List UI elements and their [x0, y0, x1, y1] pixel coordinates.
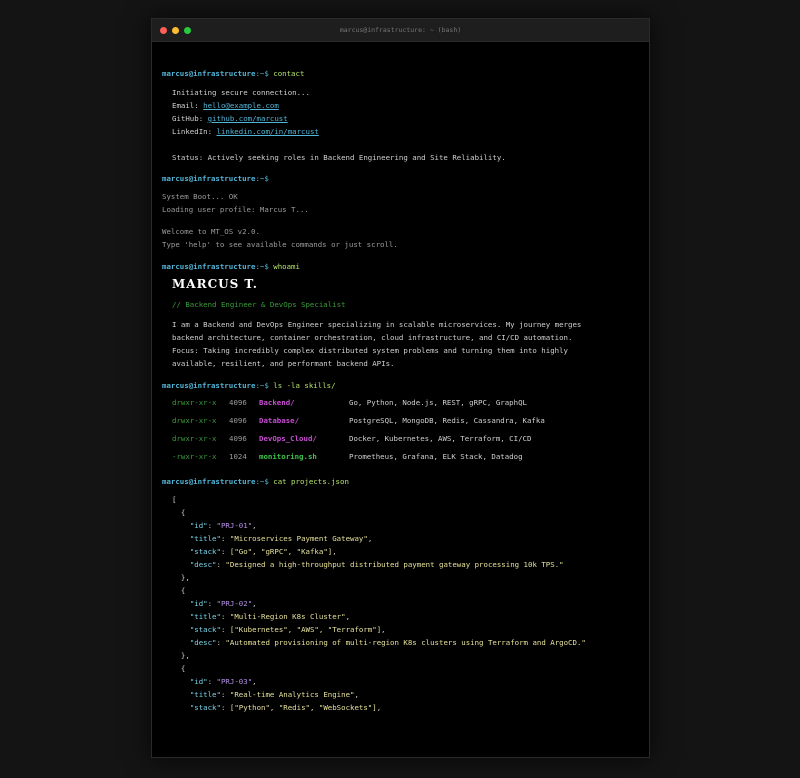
- window-title: marcus@infrastructure: ~ (bash): [339, 26, 462, 34]
- json-line: "id": "PRJ-02",: [189, 599, 257, 608]
- prompt-path: :~$: [255, 174, 269, 183]
- prompt-user: marcus@infrastructure: [162, 69, 256, 78]
- prompt-user: marcus@infrastructure: [162, 262, 256, 271]
- command-text: ls -la skills/: [268, 381, 336, 390]
- json-line: "desc": "Designed a high-throughput dist…: [189, 560, 564, 569]
- prompt-line-whoami: marcus@infrastructure:~$ whoami: [162, 260, 641, 273]
- prompt-user: marcus@infrastructure: [162, 477, 256, 486]
- prompt-line-boot: marcus@infrastructure:~$: [162, 172, 641, 185]
- github-link[interactable]: github.com/marcust: [208, 114, 288, 123]
- prompt-path: :~$: [255, 262, 269, 271]
- json-brace: },: [172, 651, 190, 660]
- file-name: monitoring.sh: [259, 452, 317, 461]
- dir-name: Database/: [259, 416, 300, 425]
- prompt-line-skills: marcus@infrastructure:~$ ls -la skills/: [162, 379, 641, 392]
- json-brace: {: [172, 586, 186, 595]
- terminal-output[interactable]: marcus@infrastructure:~$ contact Initiat…: [162, 67, 641, 714]
- json-line: "stack": ["Python", "Redis", "WebSockets…: [189, 703, 382, 712]
- contact-init: Initiating secure connection...: [172, 88, 310, 97]
- profile-name: MARCUS T.: [172, 277, 258, 291]
- contact-github: GitHub: github.com/marcust: [172, 114, 288, 123]
- json-line: "title": "Real-time Analytics Engine",: [189, 690, 359, 699]
- contact-status: Status: Actively seeking roles in Backen…: [172, 153, 506, 162]
- command-text: cat projects.json: [268, 477, 349, 486]
- boot-line: System Boot... OK: [162, 192, 238, 201]
- bio-line: I am a Backend and DevOps Engineer speci…: [172, 320, 582, 329]
- json-line: "title": "Multi-Region K8s Cluster",: [189, 612, 351, 621]
- terminal-window: marcus@infrastructure: ~ (bash) marcus@i…: [151, 18, 650, 758]
- skill-row: drwxr-xr-x 4096 DevOps_Cloud/Docker, Kuber…: [172, 434, 532, 443]
- linkedin-link[interactable]: linkedin.com/in/marcust: [217, 127, 319, 136]
- json-brace: },: [172, 573, 190, 582]
- prompt-line-contact: marcus@infrastructure:~$ contact: [162, 67, 641, 80]
- skills-listing: drwxr-xr-x 4096 Backend/Go, Python, Node.j…: [162, 396, 641, 468]
- boot-line: Welcome to MT_OS v2.0.: [162, 227, 260, 236]
- json-line: "stack": ["Go", "gRPC", "Kafka"],: [189, 547, 337, 556]
- skill-row: drwxr-xr-x 4096 Database/PostgreSQL, Mongo…: [172, 416, 545, 425]
- dir-name: DevOps_Cloud/: [259, 434, 317, 443]
- boot-line: Type 'help' to see available commands or…: [162, 240, 398, 249]
- json-bracket: [: [172, 495, 177, 504]
- command-text: contact: [268, 69, 305, 78]
- json-line: "id": "PRJ-01",: [189, 521, 257, 530]
- bio-line: Focus: Taking incredibly complex distrib…: [172, 346, 569, 355]
- bio-line: available, resilient, and performant bac…: [172, 359, 395, 368]
- json-line: "stack": ["Kubernetes", "AWS", "Terrafor…: [189, 625, 386, 634]
- json-line: "title": "Microservices Payment Gateway"…: [189, 534, 373, 543]
- command-text: whoami: [268, 262, 300, 271]
- prompt-path: :~$: [255, 69, 269, 78]
- skill-row: -rwxr-xr-x 1024 monitoring.sh Prometheus, G…: [172, 452, 523, 461]
- json-brace: {: [172, 664, 186, 673]
- title-bar: marcus@infrastructure: ~ (bash): [152, 19, 649, 42]
- boot-line: Loading user profile: Marcus T...: [162, 205, 309, 214]
- profile-subtitle: // Backend Engineer & DevOps Specialist: [172, 300, 346, 309]
- dir-name: Backend/: [259, 398, 295, 407]
- projects-json: [ { "id": "PRJ-01", "title": "Microservi…: [162, 493, 641, 714]
- prompt-path: :~$: [255, 381, 269, 390]
- contact-linkedin: LinkedIn: linkedin.com/in/marcust: [172, 127, 319, 136]
- contact-email: Email: hello@example.com: [172, 101, 279, 110]
- prompt-user: marcus@infrastructure: [162, 174, 256, 183]
- json-line: "desc": "Automated provisioning of multi…: [189, 638, 586, 647]
- prompt-user: marcus@infrastructure: [162, 381, 256, 390]
- prompt-path: :~$: [255, 477, 269, 486]
- email-link[interactable]: hello@example.com: [203, 101, 279, 110]
- prompt-line-projects: marcus@infrastructure:~$ cat projects.js…: [162, 475, 641, 488]
- json-line: "id": "PRJ-03",: [189, 677, 257, 686]
- whoami-output: MARCUS T. // Backend Engineer & DevOps S…: [162, 276, 641, 370]
- json-brace: {: [172, 508, 186, 517]
- contact-output: Initiating secure connection... Email: h…: [162, 86, 641, 164]
- bio-line: backend architecture, container orchestr…: [172, 333, 573, 342]
- skill-row: drwxr-xr-x 4096 Backend/Go, Python, Node.j…: [172, 398, 527, 407]
